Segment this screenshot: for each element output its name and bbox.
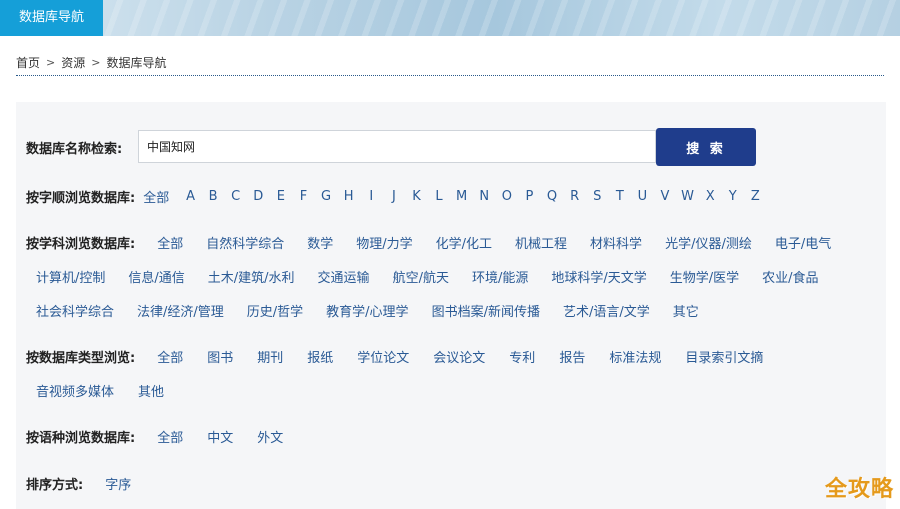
subject-link[interactable]: 交通运输	[318, 267, 370, 286]
subject-link[interactable]: 历史/哲学	[247, 301, 303, 320]
alpha-letter-link[interactable]: E	[270, 189, 293, 204]
language-link[interactable]: 外文	[257, 427, 283, 446]
search-row: 数据库名称检索:	[26, 138, 122, 157]
subject-link[interactable]: 地球科学/天文学	[551, 267, 646, 286]
subject-link[interactable]: 材料科学	[590, 233, 642, 252]
subject-row-3: 社会科学综合 法律/经济/管理 历史/哲学 教育学/心理学 图书档案/新闻传播 艺术/语言…	[36, 301, 722, 320]
subject-link[interactable]: 其它	[673, 301, 699, 320]
sort-label: 排序方式:	[26, 478, 84, 493]
tab-database-navigation[interactable]: 数据库导航	[0, 0, 103, 36]
alpha-letter-link[interactable]: S	[586, 189, 609, 204]
alpha-letter-link[interactable]: Z	[744, 189, 767, 204]
dbtype-label: 按数据库类型浏览:	[26, 351, 136, 366]
alpha-letter-link[interactable]: J	[383, 189, 406, 204]
alpha-row: 按字顺浏览数据库: 全部 ABCDEFGHIJKLMNOPQRSTUVWXYZ	[26, 187, 767, 206]
dbtype-link[interactable]: 图书	[207, 347, 233, 366]
language-label: 按语种浏览数据库:	[26, 431, 136, 446]
subject-link[interactable]: 化学/化工	[436, 233, 492, 252]
breadcrumb-divider	[16, 75, 884, 76]
sort-row: 排序方式: 字序	[26, 474, 155, 493]
dbtype-link[interactable]: 音视频多媒体	[36, 381, 114, 400]
breadcrumb-separator: >	[91, 56, 101, 69]
language-link[interactable]: 中文	[207, 427, 233, 446]
alpha-letter-link[interactable]: H	[337, 189, 360, 204]
alpha-letter-link[interactable]: W	[676, 189, 699, 204]
dbtype-link[interactable]: 全部	[157, 347, 183, 366]
subject-link[interactable]: 自然科学综合	[206, 233, 284, 252]
subject-link[interactable]: 农业/食品	[762, 267, 818, 286]
alpha-letter-link[interactable]: N	[473, 189, 496, 204]
dbtype-link[interactable]: 目录索引文摘	[685, 347, 763, 366]
dbtype-link[interactable]: 会议论文	[433, 347, 485, 366]
subject-link[interactable]: 全部	[157, 233, 183, 252]
breadcrumb-current: 数据库导航	[106, 56, 167, 70]
language-row: 按语种浏览数据库: 全部 中文 外文	[26, 427, 307, 446]
subject-link[interactable]: 环境/能源	[472, 267, 528, 286]
sort-link[interactable]: 字序	[105, 474, 131, 493]
breadcrumb: 首页 > 资源 > 数据库导航	[16, 54, 166, 71]
alpha-letter-link[interactable]: T	[609, 189, 632, 204]
watermark-logo: 全攻略	[824, 477, 894, 502]
alpha-letter-link[interactable]: V	[654, 189, 677, 204]
breadcrumb-separator: >	[46, 56, 56, 69]
alpha-letter-link[interactable]: Q	[541, 189, 564, 204]
alpha-letter-link[interactable]: Y	[721, 189, 744, 204]
subject-link[interactable]: 光学/仪器/测绘	[665, 233, 752, 252]
search-input[interactable]	[138, 130, 656, 163]
dbtype-link[interactable]: 其他	[138, 381, 164, 400]
subject-link[interactable]: 电子/电气	[775, 233, 831, 252]
subject-link[interactable]: 土木/建筑/水利	[208, 267, 295, 286]
subject-link[interactable]: 信息/通信	[128, 267, 184, 286]
alpha-letter-link[interactable]: A	[179, 189, 202, 204]
alpha-letter-link[interactable]: X	[699, 189, 722, 204]
dbtype-row-2: 音视频多媒体 其他	[36, 381, 188, 400]
alpha-letter-link[interactable]: G	[315, 189, 338, 204]
alpha-letter-link[interactable]: B	[202, 189, 225, 204]
alpha-letter-link[interactable]: P	[518, 189, 541, 204]
alpha-letter-link[interactable]: R	[563, 189, 586, 204]
breadcrumb-home[interactable]: 首页	[16, 54, 40, 71]
alpha-label: 按字顺浏览数据库:	[26, 191, 136, 206]
alpha-letter-link[interactable]: F	[292, 189, 315, 204]
alpha-letter-link[interactable]: M	[450, 189, 473, 204]
dbtype-row-1: 按数据库类型浏览: 全部 图书 期刊 报纸 学位论文 会议论文 专利 报告 标准法规 目录索引文摘	[26, 347, 787, 366]
alpha-letter-link[interactable]: C	[224, 189, 247, 204]
alpha-letter-link[interactable]: D	[247, 189, 270, 204]
subject-link[interactable]: 教育学/心理学	[326, 301, 408, 320]
dbtype-link[interactable]: 报纸	[307, 347, 333, 366]
subject-row-1: 按学科浏览数据库: 全部 自然科学综合 数学 物理/力学 化学/化工 机械工程 材料科学 光学…	[26, 233, 854, 252]
alpha-letter-link[interactable]: U	[631, 189, 654, 204]
subject-link[interactable]: 计算机/控制	[36, 267, 105, 286]
dbtype-link[interactable]: 报告	[559, 347, 585, 366]
subject-link[interactable]: 物理/力学	[356, 233, 412, 252]
alpha-letter-link[interactable]: O	[496, 189, 519, 204]
search-button[interactable]: 搜 索	[656, 128, 756, 166]
subject-label: 按学科浏览数据库:	[26, 237, 136, 252]
subject-link[interactable]: 艺术/语言/文学	[563, 301, 650, 320]
subject-link[interactable]: 生物学/医学	[670, 267, 739, 286]
subject-link[interactable]: 航空/航天	[393, 267, 449, 286]
alpha-all-link[interactable]: 全部	[143, 187, 169, 206]
alpha-letter-link[interactable]: L	[428, 189, 451, 204]
subject-link[interactable]: 社会科学综合	[36, 301, 114, 320]
alpha-letter-list: ABCDEFGHIJKLMNOPQRSTUVWXYZ	[179, 189, 766, 204]
dbtype-link[interactable]: 学位论文	[357, 347, 409, 366]
subject-row-2: 计算机/控制 信息/通信 土木/建筑/水利 交通运输 航空/航天 环境/能源 地球科学/天文…	[36, 267, 842, 286]
search-label: 数据库名称检索:	[26, 142, 123, 157]
dbtype-link[interactable]: 期刊	[257, 347, 283, 366]
subject-link[interactable]: 机械工程	[515, 233, 567, 252]
language-link[interactable]: 全部	[157, 427, 183, 446]
top-banner: 数据库导航	[0, 0, 900, 36]
dbtype-link[interactable]: 标准法规	[609, 347, 661, 366]
subject-link[interactable]: 法律/经济/管理	[137, 301, 224, 320]
subject-link[interactable]: 数学	[307, 233, 333, 252]
alpha-letter-link[interactable]: I	[360, 189, 383, 204]
breadcrumb-resources[interactable]: 资源	[61, 54, 85, 71]
dbtype-link[interactable]: 专利	[509, 347, 535, 366]
alpha-letter-link[interactable]: K	[405, 189, 428, 204]
subject-link[interactable]: 图书档案/新闻传播	[432, 301, 540, 320]
